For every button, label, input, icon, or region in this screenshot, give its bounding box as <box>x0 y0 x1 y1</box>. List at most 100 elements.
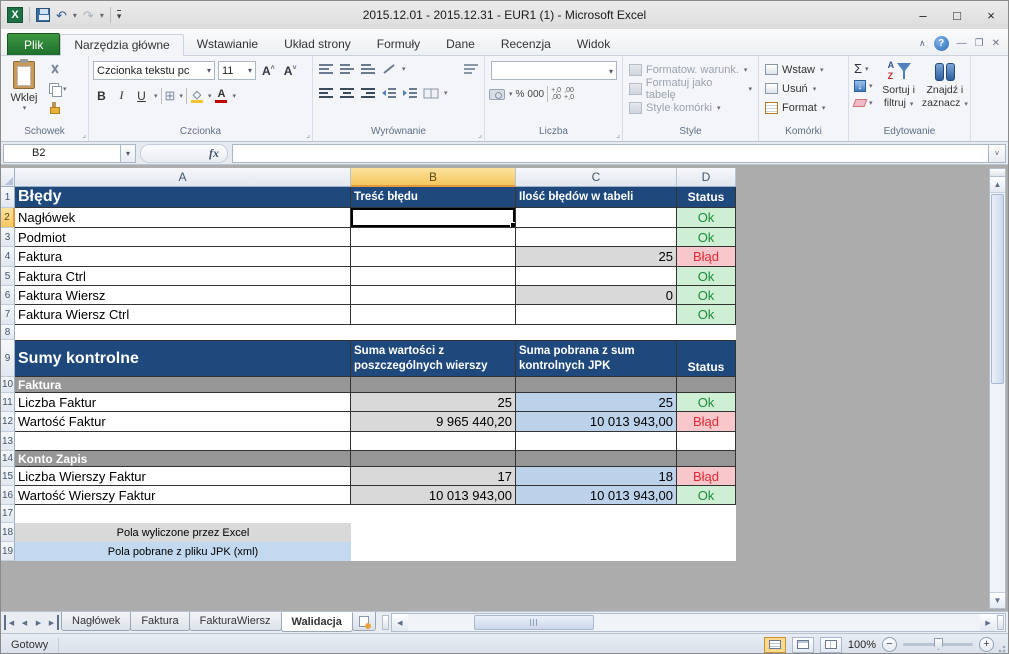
format-as-table-button[interactable]: Formatuj jako tabelę▾ <box>625 79 756 98</box>
cell-D15[interactable]: Błąd <box>677 467 736 486</box>
paste-button[interactable]: Wklej ▾ <box>3 59 45 125</box>
cell-C5[interactable] <box>516 267 677 286</box>
maximize-button[interactable]: □ <box>940 1 974 29</box>
cell-C17[interactable] <box>516 505 677 523</box>
column-header-C[interactable]: C <box>516 168 677 187</box>
cell-D4[interactable]: Błąd <box>677 247 736 267</box>
cell-A16[interactable]: Wartość Wierszy Faktur <box>15 486 351 505</box>
align-bottom-button[interactable] <box>359 61 377 77</box>
row-header-10[interactable]: 10 <box>1 377 15 393</box>
help-icon[interactable]: ? <box>934 36 949 51</box>
row-header-19[interactable]: 19 <box>1 542 15 561</box>
cell-B19[interactable] <box>351 542 516 561</box>
horizontal-scrollbar[interactable]: ◀ ▶ <box>391 613 1006 632</box>
cut-button[interactable] <box>49 62 67 77</box>
save-icon[interactable] <box>36 8 50 22</box>
page-layout-view-button[interactable] <box>792 637 814 653</box>
cell-D14[interactable] <box>677 451 736 467</box>
cell-D17[interactable] <box>677 505 736 523</box>
undo-caret-icon[interactable]: ▾ <box>73 11 77 20</box>
zoom-level[interactable]: 100% <box>848 639 876 651</box>
borders-icon[interactable]: ⊞ <box>165 88 176 104</box>
row-header-4[interactable]: 4 <box>1 247 15 267</box>
cell-B9[interactable]: Suma wartości z poszczególnych wierszy <box>351 340 516 377</box>
scroll-right-icon[interactable]: ▶ <box>980 614 996 631</box>
row-header-17[interactable]: 17 <box>1 505 15 523</box>
name-box[interactable]: B2 <box>3 144 121 163</box>
font-dialog-launcher-icon[interactable]: ⌟ <box>306 130 310 139</box>
cell-C7[interactable] <box>516 305 677 325</box>
cell-B11[interactable]: 25 <box>351 393 516 412</box>
cell-C10[interactable] <box>516 377 677 393</box>
grow-font-button[interactable]: A˄ <box>259 64 278 78</box>
cell-A1[interactable]: Błędy <box>15 187 351 208</box>
tab-page-layout[interactable]: Układ strony <box>271 33 364 55</box>
scroll-up-icon[interactable]: ▲ <box>990 177 1005 193</box>
cell-B10[interactable] <box>351 377 516 393</box>
cell-B4[interactable] <box>351 247 516 267</box>
font-color-button[interactable]: A <box>214 88 228 103</box>
tab-view[interactable]: Widok <box>564 33 623 55</box>
cell-A8[interactable] <box>15 325 351 340</box>
cell-B6[interactable] <box>351 286 516 305</box>
cell-C3[interactable] <box>516 228 677 247</box>
increase-indent-button[interactable] <box>401 85 419 101</box>
cell-D13[interactable] <box>677 432 736 451</box>
row-header-7[interactable]: 7 <box>1 305 15 325</box>
tab-insert[interactable]: Wstawianie <box>184 33 271 55</box>
cell-A10[interactable]: Faktura <box>15 377 351 393</box>
cell-C6[interactable]: 0 <box>516 286 677 305</box>
zoom-in-button[interactable]: + <box>979 637 994 652</box>
formula-input[interactable] <box>232 144 988 163</box>
sort-filter-button[interactable]: AZ Sortuj i filtruj ▾ <box>876 59 922 125</box>
fill-button[interactable]: ↓▾ <box>854 78 873 93</box>
cell-A5[interactable]: Faktura Ctrl <box>15 267 351 286</box>
cell-A19[interactable]: Pola pobrane z pliku JPK (xml) <box>15 542 351 561</box>
zoom-slider[interactable] <box>903 643 973 646</box>
undo-icon[interactable]: ↶ <box>56 9 67 22</box>
sheet-tab-walidacja[interactable]: Walidacja <box>281 612 353 632</box>
cell-B7[interactable] <box>351 305 516 325</box>
scroll-down-icon[interactable]: ▼ <box>990 592 1005 608</box>
cell-D8[interactable] <box>677 325 736 340</box>
row-header-16[interactable]: 16 <box>1 486 15 505</box>
cell-B5[interactable] <box>351 267 516 286</box>
workbook-close-icon[interactable]: ✕ <box>992 38 1000 49</box>
format-cells-button[interactable]: Format▾ <box>761 98 846 117</box>
prev-sheet-icon[interactable]: ◀ <box>18 615 31 630</box>
percent-style-button[interactable]: % <box>516 89 525 100</box>
align-center-button[interactable] <box>338 85 356 101</box>
cell-A4[interactable]: Faktura <box>15 247 351 267</box>
fill-color-button[interactable]: ◇ <box>190 88 204 103</box>
tab-review[interactable]: Recenzja <box>488 33 564 55</box>
select-all-corner[interactable] <box>1 168 15 187</box>
italic-button[interactable]: I <box>113 87 130 104</box>
cell-D2[interactable]: Ok <box>677 208 736 228</box>
tab-split-handle[interactable] <box>382 615 389 630</box>
cell-C12[interactable]: 10 013 943,00 <box>516 412 677 432</box>
wrap-text-button[interactable] <box>462 61 480 77</box>
workbook-minimize-icon[interactable]: — <box>957 38 967 49</box>
cell-B16[interactable]: 10 013 943,00 <box>351 486 516 505</box>
first-sheet-icon[interactable]: ◀ <box>4 615 17 630</box>
cell-A11[interactable]: Liczba Faktur <box>15 393 351 412</box>
cell-A15[interactable]: Liczba Wierszy Faktur <box>15 467 351 486</box>
page-break-view-button[interactable] <box>820 637 842 653</box>
name-box-caret-icon[interactable]: ▾ <box>121 144 136 163</box>
clear-button[interactable]: ▾ <box>854 95 873 110</box>
cell-C1[interactable]: Ilość błędów w tabeli <box>516 187 677 208</box>
increase-decimal-button[interactable]: +,0,00 <box>551 87 561 101</box>
cell-C8[interactable] <box>516 325 677 340</box>
tab-data[interactable]: Dane <box>433 33 488 55</box>
orientation-button[interactable] <box>380 61 398 77</box>
last-sheet-icon[interactable]: ▶ <box>46 615 59 630</box>
cell-B13[interactable] <box>351 432 516 451</box>
format-painter-button[interactable] <box>49 100 67 115</box>
accounting-format-icon[interactable] <box>489 89 505 100</box>
find-select-button[interactable]: Znajdź i zaznacz ▾ <box>922 59 968 125</box>
cell-C18[interactable] <box>516 523 677 542</box>
decrease-decimal-button[interactable]: ,00+,0 <box>564 87 574 101</box>
cell-C14[interactable] <box>516 451 677 467</box>
alignment-dialog-launcher-icon[interactable]: ⌟ <box>478 130 482 139</box>
cell-D3[interactable]: Ok <box>677 228 736 247</box>
